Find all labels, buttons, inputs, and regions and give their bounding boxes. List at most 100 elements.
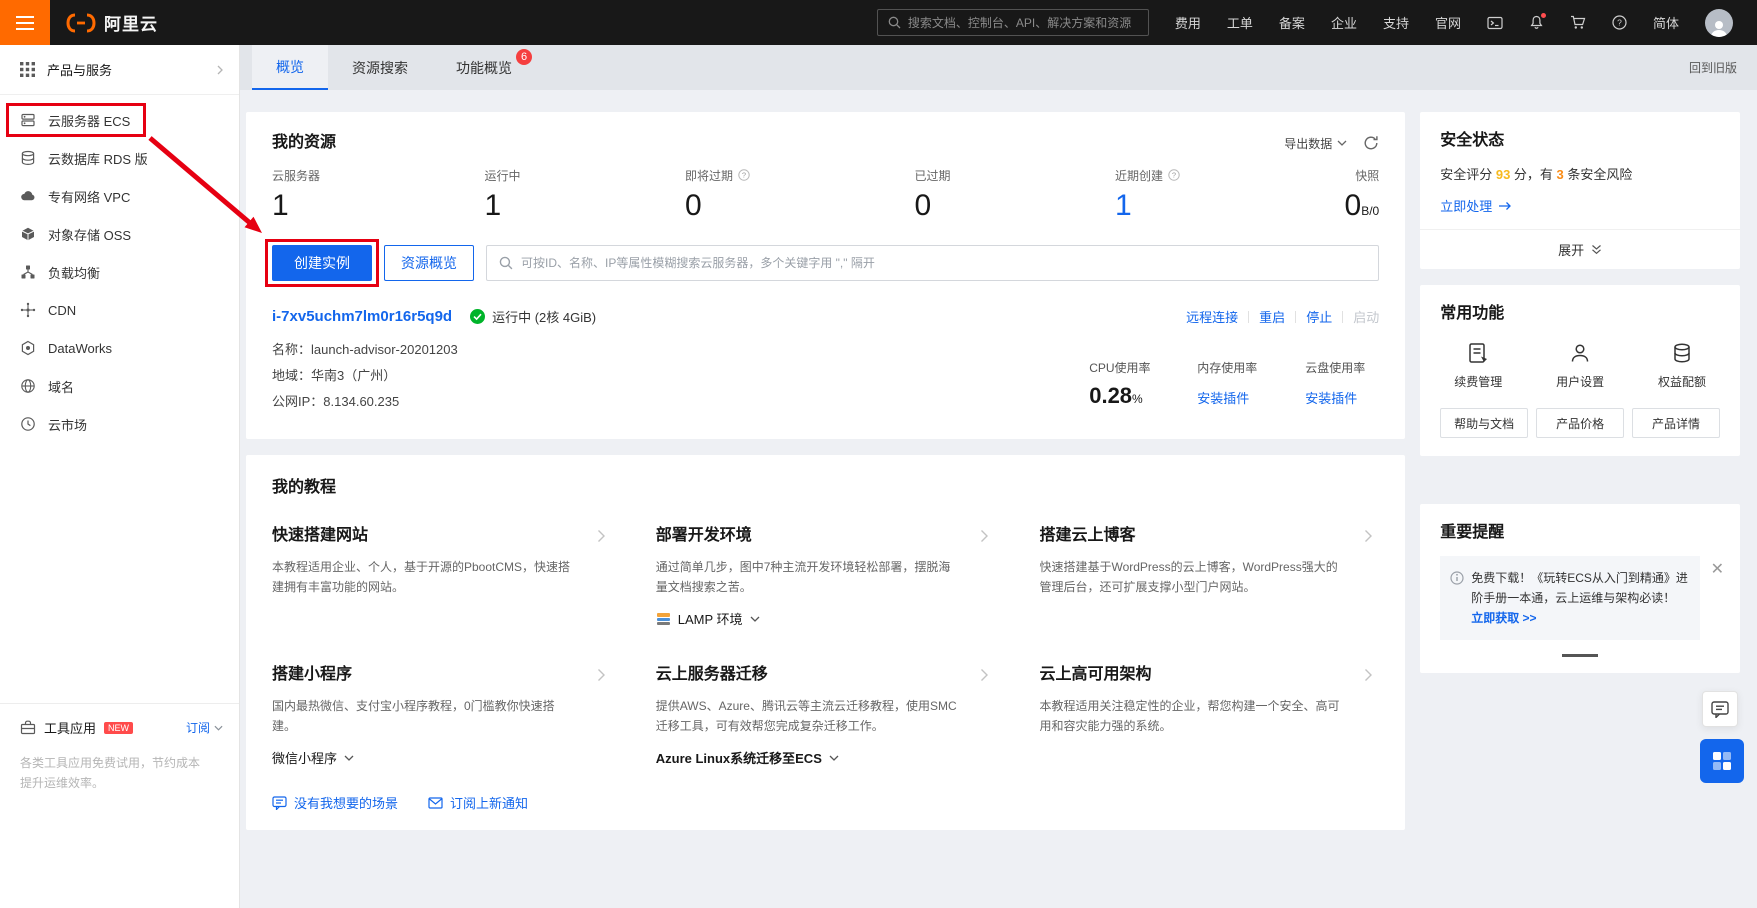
aliyun-logo[interactable]: 阿里云 [66, 10, 158, 35]
sidebar-item-ecs[interactable]: 云服务器 ECS [0, 101, 239, 139]
caret-down-icon [1337, 140, 1347, 146]
hamburger-menu-icon[interactable] [0, 0, 50, 45]
user-settings[interactable]: 用户设置 [1556, 341, 1604, 390]
help-docs-button[interactable]: 帮助与文档 [1440, 408, 1529, 438]
help-icon[interactable]: ? [1612, 15, 1627, 30]
search-icon [888, 16, 901, 29]
arrow-right-icon [1499, 201, 1512, 210]
restart-link[interactable]: 重启 [1259, 307, 1285, 326]
cart-icon[interactable] [1570, 15, 1586, 30]
tutorial-mini-program[interactable]: 搭建小程序 国内最热微信、支付宝小程序教程，0门槛教你快速搭建。 微信小程序 [272, 664, 612, 767]
load-balancer-icon [21, 265, 35, 279]
stat-ecs: 云服务器 1 [272, 168, 321, 223]
no-scenario-link[interactable]: 没有我想要的场景 [272, 793, 398, 812]
server-icon [21, 113, 35, 127]
tutorial-ha-architecture[interactable]: 云上高可用架构 本教程适用关注稳定性的企业，帮您构建一个安全、高可用和容灾能力强… [1039, 664, 1379, 767]
brand-name: 阿里云 [104, 15, 158, 34]
handle-now-link[interactable]: 立即处理 [1440, 196, 1720, 215]
refresh-button[interactable] [1363, 135, 1379, 151]
cdn-icon [20, 302, 36, 318]
product-details-button[interactable]: 产品详情 [1632, 408, 1720, 438]
resource-search-box[interactable] [486, 245, 1380, 281]
notice-banner[interactable]: 免费下载！《玩转ECS从入门到精通》进阶手册一本通，云上运维与架构必读！ 立即获… [1440, 556, 1701, 640]
topbar-search-input[interactable] [907, 15, 1138, 30]
sidebar-item-rds[interactable]: 云数据库 RDS 版 [0, 139, 239, 177]
sidebar-products-label: 产品与服务 [47, 63, 113, 78]
quota-management[interactable]: 权益配额 [1658, 341, 1706, 390]
stat-expired: 已过期 0 [914, 168, 951, 223]
sidebar-item-slb[interactable]: 负载均衡 [0, 253, 239, 291]
avatar[interactable] [1705, 8, 1733, 37]
nav-website[interactable]: 官网 [1435, 13, 1461, 32]
lamp-env-dropdown[interactable]: LAMP 环境 [656, 609, 962, 628]
carousel-indicator[interactable] [1562, 654, 1599, 657]
my-tutorials-card: 我的教程 快速搭建网站 本教程适用企业、个人，基于开源的PbootCMS，快速搭… [246, 455, 1406, 830]
my-resources-card: 我的资源 导出数据 云服务器 1 运行中 1 即将过期 ? 0 已过期 0 近期… [246, 112, 1406, 439]
stop-link[interactable]: 停止 [1306, 307, 1332, 326]
nav-tickets[interactable]: 工单 [1227, 13, 1253, 32]
azure-migration-dropdown[interactable]: Azure Linux系统迁移至ECS [656, 748, 962, 767]
help-icon[interactable]: ? [738, 169, 750, 181]
sidebar-item-domain[interactable]: 域名 [0, 367, 239, 405]
sidebar: 产品与服务 云服务器 ECS 云数据库 RDS 版 专有网络 VPC 对象存储 … [0, 45, 240, 908]
notice-text: 免费下载！《玩转ECS从入门到精通》进阶手册一本通，云上运维与架构必读！ [1471, 571, 1688, 605]
aliyun-logo-icon [66, 13, 96, 32]
aliyun-console: 阿里云 费用 工单 备案 企业 支持 官网 [0, 0, 1757, 908]
feedback-float-button[interactable] [1702, 691, 1738, 727]
back-to-old-link[interactable]: 回到旧版 [1689, 59, 1737, 76]
sidebar-item-label: 域名 [48, 379, 75, 395]
security-status-card: 安全状态 安全评分 93 分，有 3 条安全风险 立即处理 展开 [1420, 112, 1740, 269]
subscribe-updates-link[interactable]: 订阅上新通知 [428, 793, 528, 812]
tab-feature-overview[interactable]: 功能概览 6 [432, 45, 536, 90]
subscribe-link[interactable]: 订阅 [186, 719, 223, 736]
help-icon[interactable]: ? [1168, 169, 1180, 181]
resource-overview-button[interactable]: 资源概览 [384, 245, 474, 281]
close-icon[interactable]: ✕ [1711, 562, 1724, 578]
instance-id-link[interactable]: i-7xv5uchm7lm0r16r5q9d [272, 308, 452, 325]
nav-enterprise[interactable]: 企业 [1331, 13, 1357, 32]
tutorial-build-website[interactable]: 快速搭建网站 本教程适用企业、个人，基于开源的PbootCMS，快速搭建拥有丰富… [272, 525, 612, 628]
sidebar-item-products[interactable]: 产品与服务 [0, 45, 239, 95]
bell-icon[interactable] [1529, 13, 1546, 30]
tutorial-dev-env[interactable]: 部署开发环境 通过简单几步，图中7种主流开发环境轻松部署，摆脱海量文档搜索之苦。… [656, 525, 996, 628]
resource-search-input[interactable] [521, 256, 1367, 270]
notification-dot [1540, 13, 1546, 18]
tutorial-migration[interactable]: 云上服务器迁移 提供AWS、Azure、腾讯云等主流云迁移教程，使用SMC迁移工… [656, 664, 996, 767]
tab-overview[interactable]: 概览 [252, 45, 328, 90]
security-risk-count: 3 [1556, 167, 1564, 182]
new-badge: NEW [104, 721, 134, 734]
search-icon [499, 256, 513, 270]
renewal-management[interactable]: 续费管理 [1454, 341, 1502, 390]
sidebar-item-label: DataWorks [48, 340, 113, 356]
language-switch[interactable]: 简体 [1653, 13, 1679, 32]
nav-icp[interactable]: 备案 [1279, 13, 1305, 32]
grid-apps-icon [1713, 752, 1731, 770]
svg-text:?: ? [1617, 18, 1622, 28]
export-data-button[interactable]: 导出数据 [1284, 135, 1347, 152]
sidebar-item-dataworks[interactable]: DataWorks [0, 329, 239, 367]
install-plugin-link[interactable]: 安装插件 [1305, 388, 1379, 407]
dataworks-icon [21, 340, 35, 356]
nav-billing[interactable]: 费用 [1175, 13, 1201, 32]
console-icon[interactable] [1487, 16, 1503, 30]
product-pricing-button[interactable]: 产品价格 [1536, 408, 1625, 438]
mini-apps-float-button[interactable] [1700, 739, 1744, 783]
start-link: 启动 [1353, 310, 1380, 325]
tutorial-blog[interactable]: 搭建云上博客 快速搭建基于WordPress的云上博客，WordPress强大的… [1039, 525, 1379, 628]
get-now-link[interactable]: 立即获取 >> [1471, 611, 1536, 625]
nav-support[interactable]: 支持 [1383, 13, 1409, 32]
install-plugin-link[interactable]: 安装插件 [1197, 388, 1271, 407]
remote-connect-link[interactable]: 远程连接 [1186, 307, 1238, 326]
sidebar-item-vpc[interactable]: 专有网络 VPC [0, 177, 239, 215]
sidebar-item-market[interactable]: 云市场 [0, 405, 239, 443]
sidebar-item-oss[interactable]: 对象存储 OSS [0, 215, 239, 253]
expand-button[interactable]: 展开 [1420, 229, 1740, 269]
wechat-mini-dropdown[interactable]: 微信小程序 [272, 748, 578, 767]
sidebar-item-cdn[interactable]: CDN [0, 291, 239, 329]
tools-label: 工具应用 [44, 721, 97, 736]
tab-resource-search[interactable]: 资源搜索 [328, 45, 432, 90]
topbar-search[interactable] [876, 9, 1149, 36]
instance-status: 运行中 (2核 4GiB) [470, 307, 596, 326]
create-instance-button[interactable]: 创建实例 [265, 239, 379, 287]
content: 我的资源 导出数据 云服务器 1 运行中 1 即将过期 ? 0 已过期 0 近期… [240, 90, 1757, 908]
